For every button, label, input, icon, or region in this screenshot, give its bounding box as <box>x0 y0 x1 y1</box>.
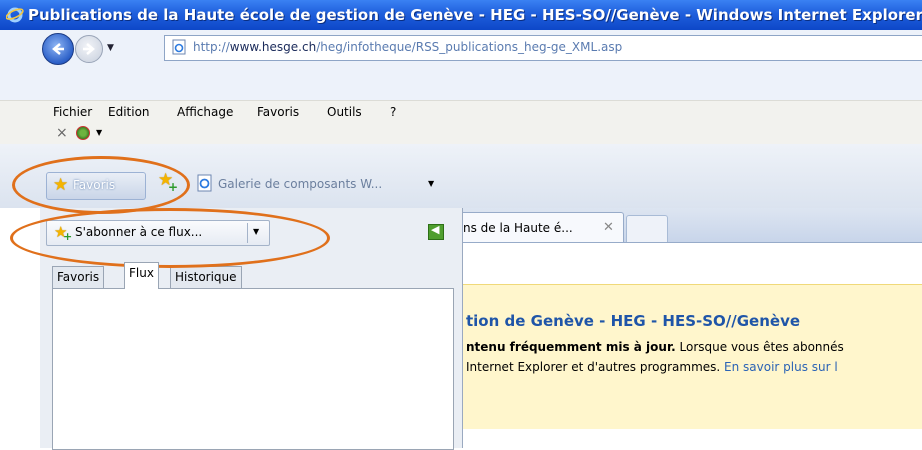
panel-tab-flux[interactable]: Flux <box>124 262 159 289</box>
title-bar: Publications de la Haute école de gestio… <box>0 0 922 30</box>
feed-list[interactable] <box>52 288 454 450</box>
address-field[interactable]: http://www.hesge.ch/heg/infotheque/RSS_p… <box>164 35 922 61</box>
new-tab-button[interactable] <box>626 215 668 243</box>
gallery-label: Galerie de composants W... <box>218 177 383 191</box>
window-title: Publications de la Haute école de gestio… <box>28 6 922 24</box>
annotation-ellipse-subscribe <box>10 208 330 268</box>
forward-arrow-icon <box>83 43 95 55</box>
forward-button[interactable] <box>75 35 103 63</box>
address-toolbar: ▼ http://www.hesge.ch/heg/infotheque/RSS… <box>0 30 922 100</box>
annotation-ellipse-favorites <box>12 156 190 214</box>
menu-bar: Fichier Edition Affichage Favoris Outils… <box>0 100 922 125</box>
command-toolbar: × ▼ <box>0 124 922 144</box>
menu-fichier[interactable]: Fichier <box>53 105 92 119</box>
menu-affichage[interactable]: Affichage <box>177 105 233 119</box>
panel-tab-favoris[interactable]: Favoris <box>52 266 105 289</box>
tab-label: ns de la Haute é... <box>463 221 573 235</box>
tab-publications[interactable]: ns de la Haute é... ✕ <box>452 212 624 243</box>
address-url: http://www.hesge.ch/heg/infotheque/RSS_p… <box>193 40 623 54</box>
chevron-down-icon[interactable]: ▼ <box>96 128 102 137</box>
learn-more-link[interactable]: En savoir plus sur l <box>724 360 838 374</box>
menu-help[interactable]: ? <box>390 105 396 119</box>
feed-description-line2: Internet Explorer et d'autres programmes… <box>466 360 838 374</box>
menu-outils[interactable]: Outils <box>327 105 362 119</box>
page-icon <box>172 39 186 55</box>
pin-arrow-icon: ◀ <box>431 223 440 236</box>
feed-title: tion de Genève - HEG - HES-SO//Genève <box>466 312 801 330</box>
back-button[interactable] <box>42 33 74 65</box>
menu-edition[interactable]: Edition <box>108 105 150 119</box>
recent-pages-dropdown-icon[interactable]: ▼ <box>107 43 114 53</box>
panel-tab-historique[interactable]: Historique <box>170 266 242 289</box>
feed-info-banner <box>462 284 922 429</box>
addon-gear-icon[interactable] <box>76 126 90 140</box>
close-icon[interactable]: × <box>56 125 68 141</box>
menu-favoris[interactable]: Favoris <box>257 105 299 119</box>
internet-explorer-icon <box>6 7 24 23</box>
feed-description-line1: ntenu fréquemment mis à jour. Lorsque vo… <box>466 340 844 354</box>
back-arrow-icon <box>52 43 64 55</box>
pin-panel-button[interactable]: ◀ <box>428 223 444 240</box>
close-tab-icon[interactable]: ✕ <box>603 220 614 235</box>
ie-page-icon <box>197 174 212 192</box>
chevron-down-icon[interactable]: ▼ <box>428 179 434 188</box>
